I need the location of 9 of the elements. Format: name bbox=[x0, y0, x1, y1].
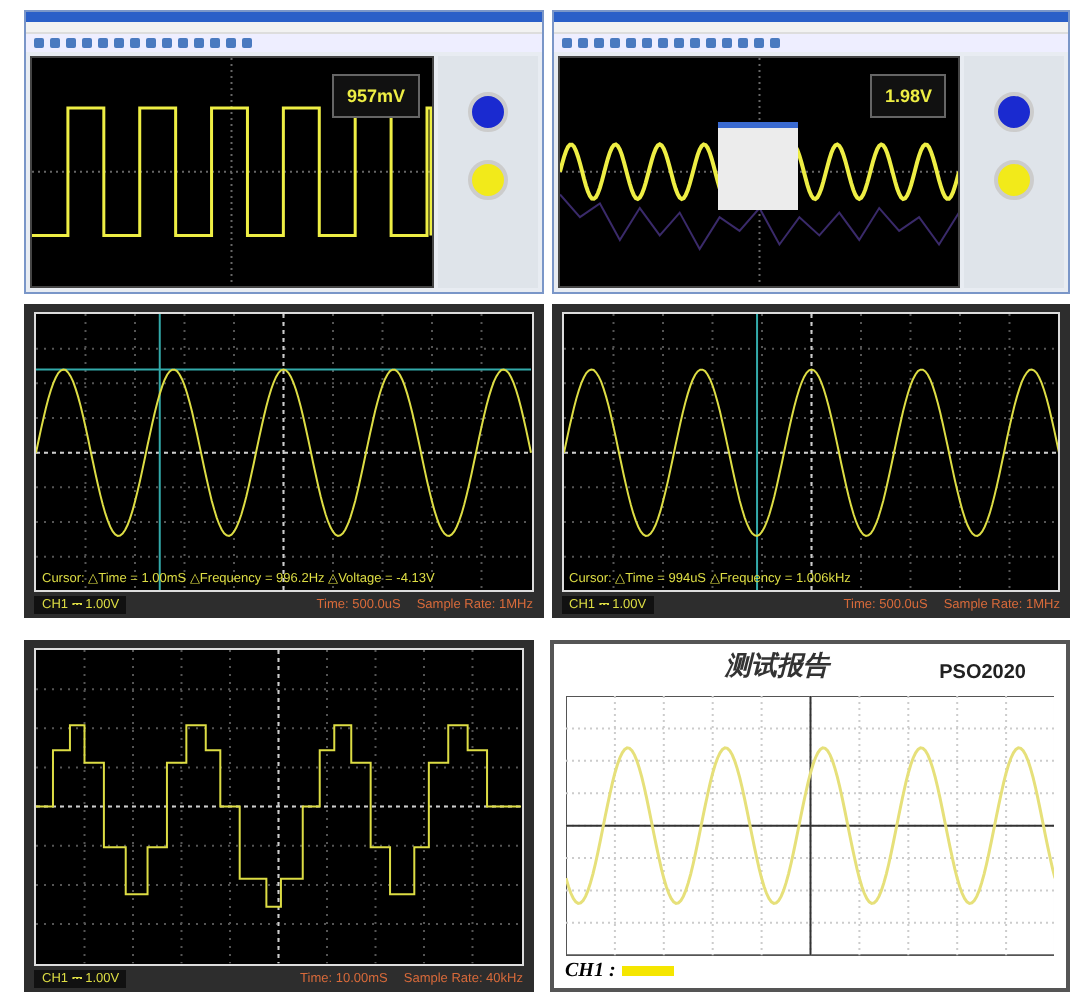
model-name: PSO2020 bbox=[939, 662, 1026, 685]
measurement-readout: 957mV bbox=[332, 74, 419, 118]
knob-icon[interactable] bbox=[994, 92, 1034, 132]
measurement-readout: 1.98V bbox=[870, 74, 946, 118]
dialog-window bbox=[718, 121, 799, 210]
report-title: 测试报告 bbox=[725, 649, 829, 685]
channel-label: CH1 : bbox=[565, 959, 616, 981]
knob-icon[interactable] bbox=[467, 92, 507, 132]
channel-color-bar bbox=[621, 965, 674, 975]
